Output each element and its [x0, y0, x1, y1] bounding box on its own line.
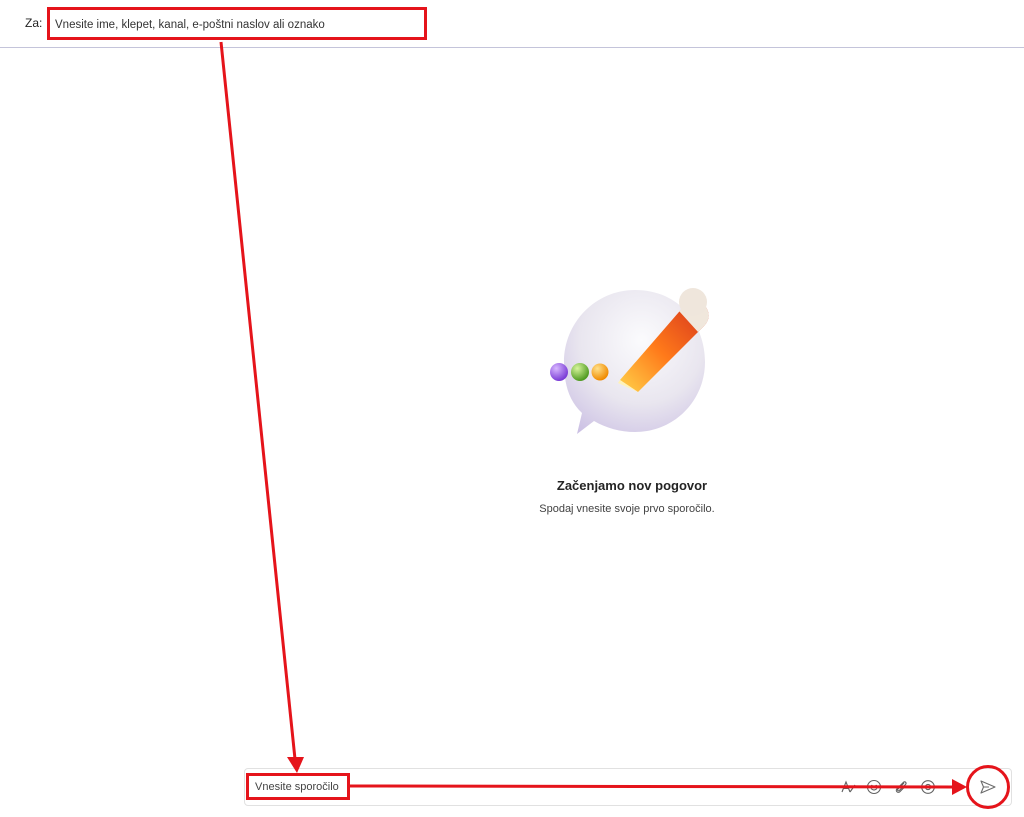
recipient-input[interactable]: Vnesite ime, klepet, kanal, e-poštni nas…	[47, 7, 427, 40]
to-label: Za:	[25, 16, 43, 30]
new-chat-illustration	[550, 288, 709, 434]
format-icon[interactable]	[840, 779, 856, 795]
send-icon[interactable]	[979, 779, 997, 795]
emoji-icon[interactable]	[866, 779, 882, 795]
more-icon[interactable]	[946, 779, 962, 795]
attach-icon[interactable]	[893, 779, 909, 795]
message-input[interactable]: Vnesite sporočilo	[246, 773, 350, 800]
loop-icon[interactable]	[920, 779, 936, 795]
empty-state-title: Začenjamo nov pogovor	[556, 478, 708, 493]
empty-state-subtitle: Spodaj vnesite svoje prvo sporočilo.	[539, 503, 715, 515]
annotation-arrows	[219, 41, 967, 795]
chat-header: Za: Vnesite ime, klepet, kanal, e-poštni…	[0, 0, 1024, 48]
